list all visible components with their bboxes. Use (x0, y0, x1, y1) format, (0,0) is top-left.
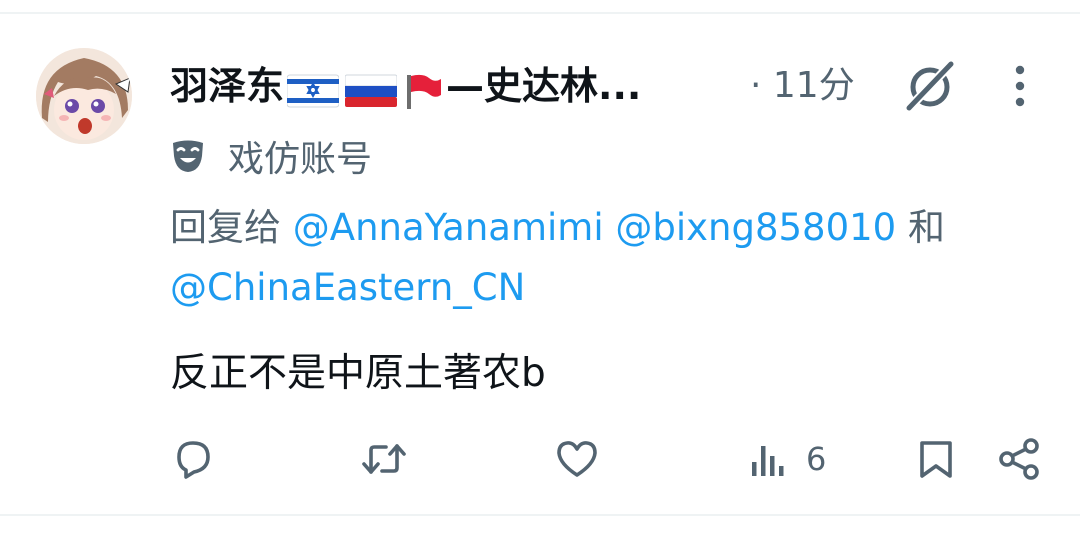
replying-to: 回复给 @AnnaYanamimi @bixng858010 和 @ChinaE… (170, 198, 1050, 318)
more-options-button[interactable] (1000, 60, 1040, 112)
tweet-header: 羽泽东 —史达林... · 11分 (170, 58, 1060, 114)
retweet-icon (362, 444, 406, 474)
bottom-divider (0, 514, 1080, 516)
reply-prefix: 回复给 (170, 206, 293, 249)
action-bar: 6 (0, 428, 1080, 490)
author-name-part2: —史达林... (446, 64, 642, 108)
bookmark-button[interactable] (914, 428, 958, 490)
author-display-name[interactable]: 羽泽东 —史达林... (170, 58, 690, 114)
grok-icon (906, 61, 954, 111)
author-name-part1: 羽泽东 (170, 64, 285, 108)
bookmark-icon (920, 441, 952, 478)
reply-conjunction: 和 (896, 206, 945, 249)
share-icon (999, 438, 1039, 480)
like-icon (557, 441, 597, 477)
tweet-timestamp[interactable]: · 11分 (750, 58, 855, 114)
reply-button[interactable] (170, 428, 216, 490)
grok-button[interactable] (903, 60, 959, 112)
retweet-button[interactable] (360, 428, 408, 490)
views-button[interactable]: 6 (748, 428, 826, 490)
like-button[interactable] (554, 428, 600, 490)
parody-label-text: 戏仿账号 (228, 139, 373, 180)
parody-mask-icon (173, 140, 203, 172)
views-icon (752, 446, 784, 476)
mention-link[interactable]: @AnnaYanamimi (293, 206, 604, 249)
top-divider (0, 12, 1080, 14)
avatar[interactable] (36, 48, 132, 144)
parody-account-label: 戏仿账号 (170, 132, 372, 180)
reply-icon (177, 441, 210, 479)
russia-flag-icon (344, 68, 398, 107)
tweet-text: 反正不是中原土著农b (170, 351, 546, 396)
avatar-image (36, 48, 132, 144)
mention-link[interactable]: @bixng858010 (615, 206, 896, 249)
mention-link[interactable]: @ChinaEastern_CN (170, 266, 525, 309)
red-flag-icon (403, 68, 443, 109)
more-icon (1015, 65, 1025, 107)
share-button[interactable] (996, 428, 1042, 490)
israel-flag-icon (286, 68, 340, 108)
views-count: 6 (806, 440, 827, 478)
